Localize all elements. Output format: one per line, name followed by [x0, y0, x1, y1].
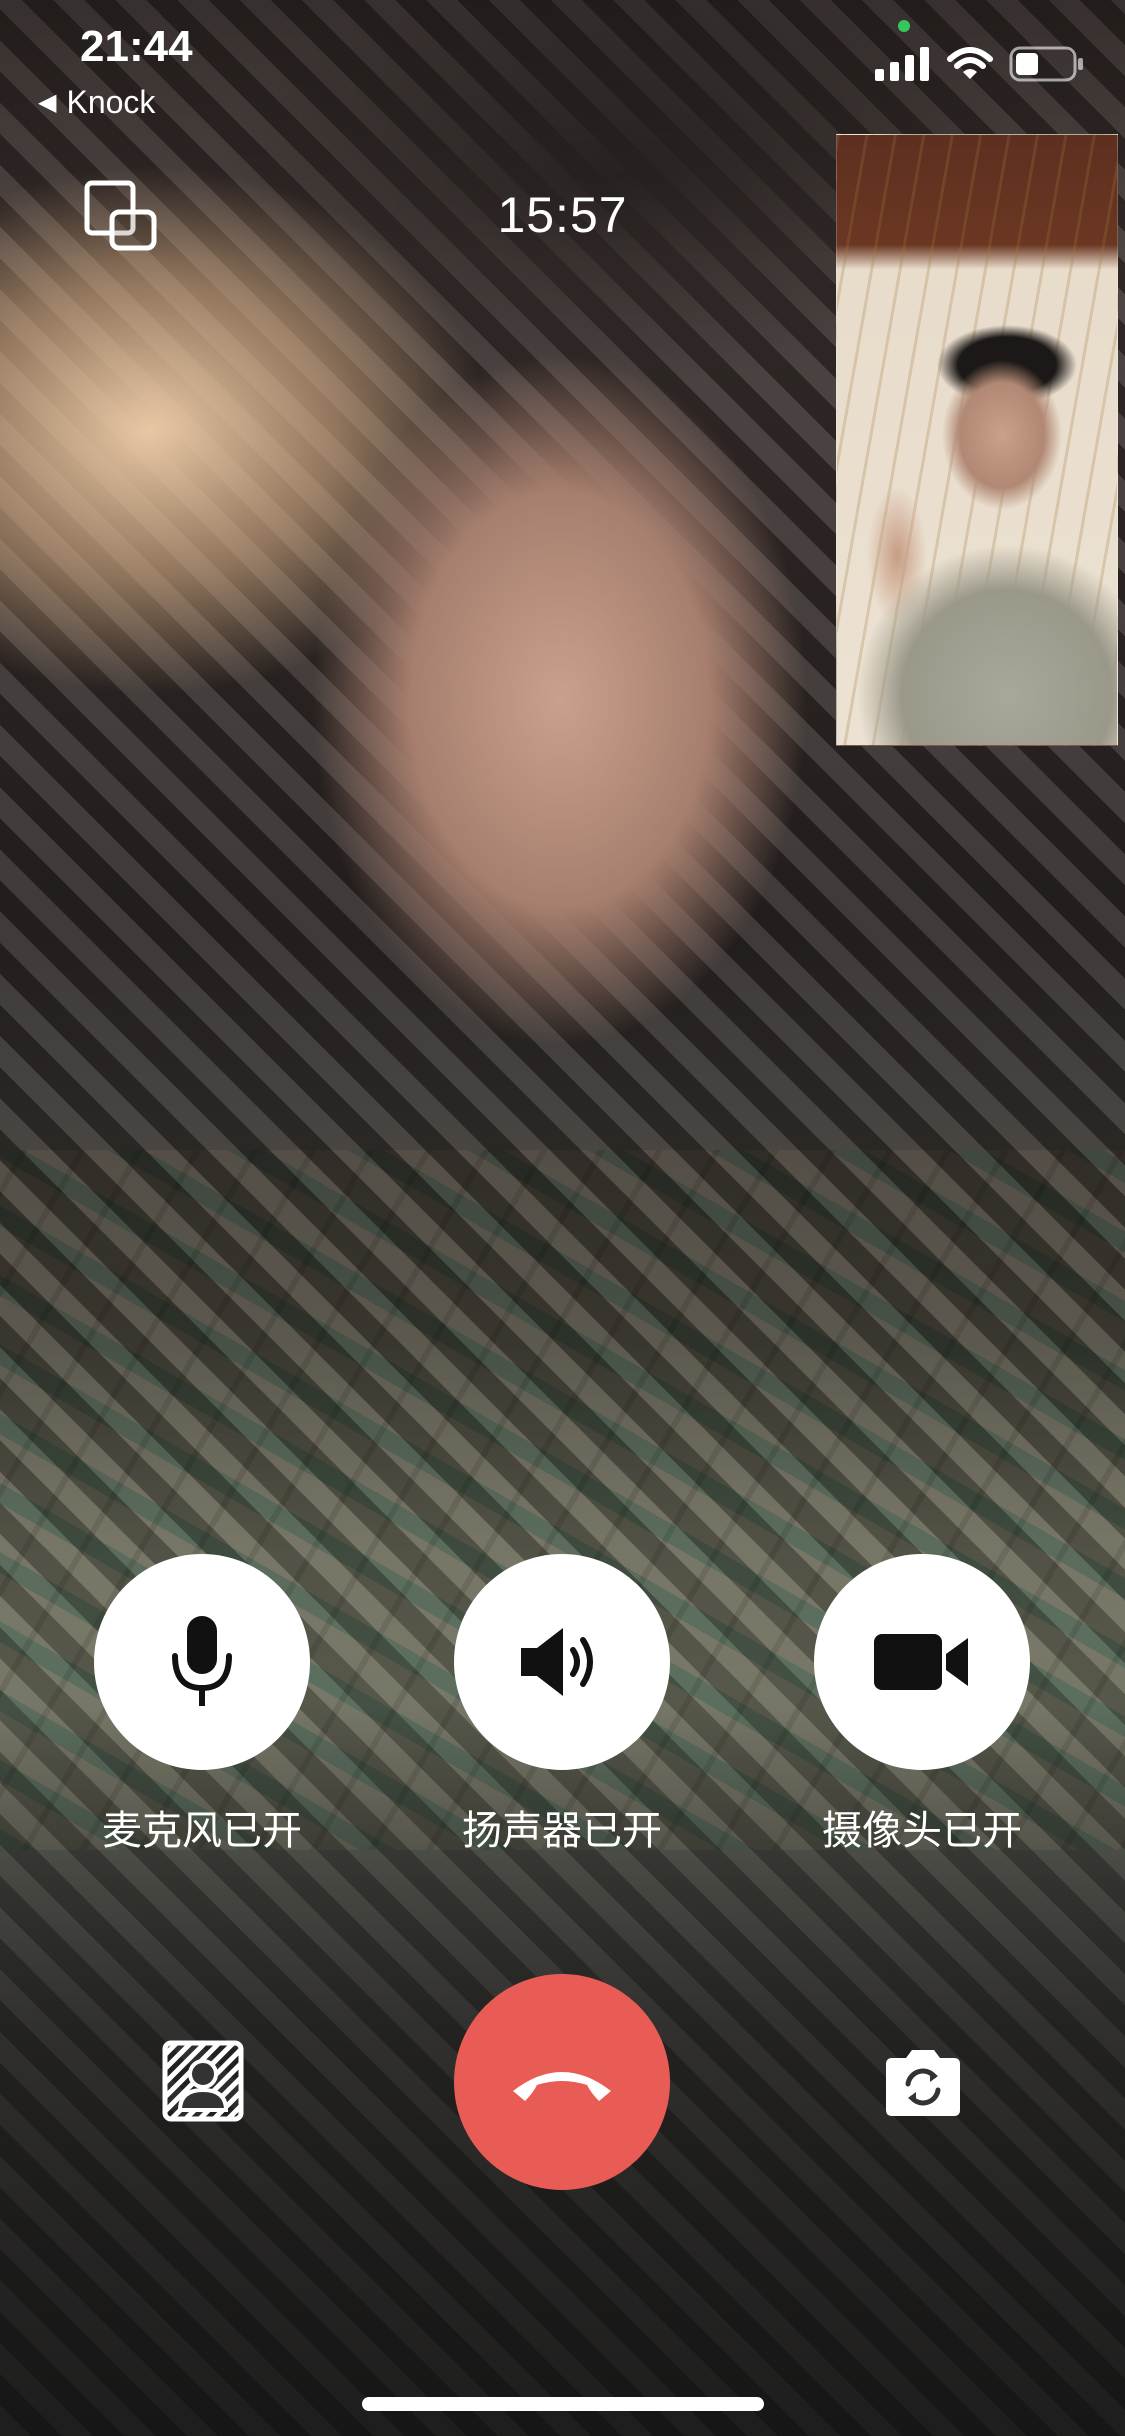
self-video-preview[interactable] — [836, 134, 1118, 746]
speaker-toggle-button[interactable] — [454, 1554, 670, 1770]
microphone-toggle-button[interactable] — [94, 1554, 310, 1770]
wifi-icon — [947, 47, 993, 79]
hang-up-icon — [513, 2072, 611, 2101]
switch-camera-icon — [886, 2050, 960, 2116]
video-camera-icon — [874, 1634, 968, 1690]
status-time: 21:44 — [80, 22, 193, 71]
camera-control[interactable]: 摄像头已开 — [814, 1554, 1030, 1856]
home-indicator[interactable] — [362, 2397, 764, 2411]
status-icons — [875, 46, 1085, 82]
speaker-icon — [521, 1628, 593, 1696]
back-triangle-icon: ◀ — [38, 89, 57, 116]
battery-icon — [1009, 46, 1083, 82]
camera-toggle-button[interactable] — [814, 1554, 1030, 1770]
microphone-status-label: 麦克风已开 — [102, 1808, 302, 1854]
background-blur-icon — [162, 2040, 244, 2122]
back-to-app-link[interactable]: ◀ Knock — [38, 84, 155, 121]
camera-status-label: 摄像头已开 — [822, 1808, 1022, 1854]
switch-camera-button[interactable] — [882, 2046, 964, 2118]
background-blur-button[interactable] — [162, 2040, 244, 2122]
privacy-indicator-dot — [898, 20, 910, 32]
hang-up-button[interactable] — [454, 1974, 670, 2190]
microphone-icon — [172, 1616, 232, 1706]
microphone-control[interactable]: 麦克风已开 — [94, 1554, 310, 1856]
back-app-label: Knock — [66, 84, 156, 120]
speaker-status-label: 扬声器已开 — [462, 1808, 662, 1854]
speaker-control[interactable]: 扬声器已开 — [454, 1554, 670, 1856]
cellular-signal-icon — [875, 47, 929, 81]
